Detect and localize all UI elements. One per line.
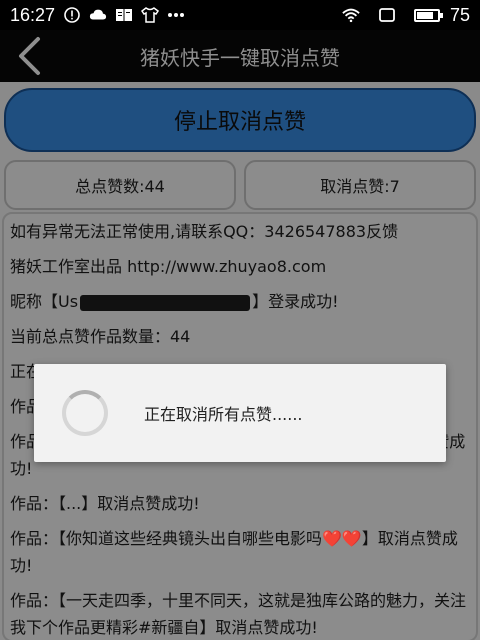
log-line: 作品：【一天走四季，十里不同天，这就是独库公路的魅力，关注我下个作品更精彩#新疆… (10, 591, 467, 637)
status-time: 16:27 (10, 4, 56, 25)
cancelled-likes-stat: 取消点赞:7 (244, 160, 476, 210)
page-title: 猪妖快手一键取消点赞 (140, 45, 340, 70)
status-bar: 16:27 75 (0, 0, 480, 30)
battery-level: 75 (449, 4, 470, 25)
stop-cancel-likes-button[interactable]: 停止取消点赞 (4, 88, 476, 152)
screen-icon (378, 6, 396, 24)
battery-fill (416, 11, 434, 19)
chevron-left-icon (19, 37, 40, 75)
log-line: 如有异常无法正常使用,请联系QQ：3426547883反馈 (10, 222, 399, 241)
progress-dialog: 正在取消所有点赞...... (34, 364, 446, 462)
redaction-mark (80, 294, 251, 311)
progress-message: 正在取消所有点赞...... (144, 405, 303, 424)
log-line: 猪妖工作室出品 http://www.zhuyao8.com (10, 257, 327, 276)
log-line: 昵称【Us 】登录成功! (10, 284, 470, 319)
shirt-icon (141, 6, 160, 24)
loading-spinner-icon (62, 390, 108, 436)
log-line: 作品：【你知道这些经典镜头出自哪些电影吗❤️❤️】取消点赞成功! (10, 529, 458, 575)
back-button[interactable] (12, 36, 46, 76)
cloud-icon (89, 6, 107, 24)
more-icon (167, 6, 185, 24)
log-line-suffix: 】登录成功! (252, 292, 339, 311)
log-line-prefix: 昵称【Us (10, 292, 79, 311)
log-line: 作品：【...】取消点赞成功! (10, 494, 200, 513)
total-likes-stat: 总点赞数:44 (4, 160, 236, 210)
book-icon (115, 6, 133, 24)
battery-icon (413, 8, 443, 22)
alert-icon (63, 6, 81, 24)
log-line: 当前总点赞作品数量：44 (10, 327, 191, 346)
main-content: 停止取消点赞 总点赞数:44 取消点赞:7 如有异常无法正常使用,请联系QQ：3… (0, 82, 480, 640)
title-bar: 猪妖快手一键取消点赞 (0, 30, 480, 82)
wifi-icon (342, 6, 360, 24)
